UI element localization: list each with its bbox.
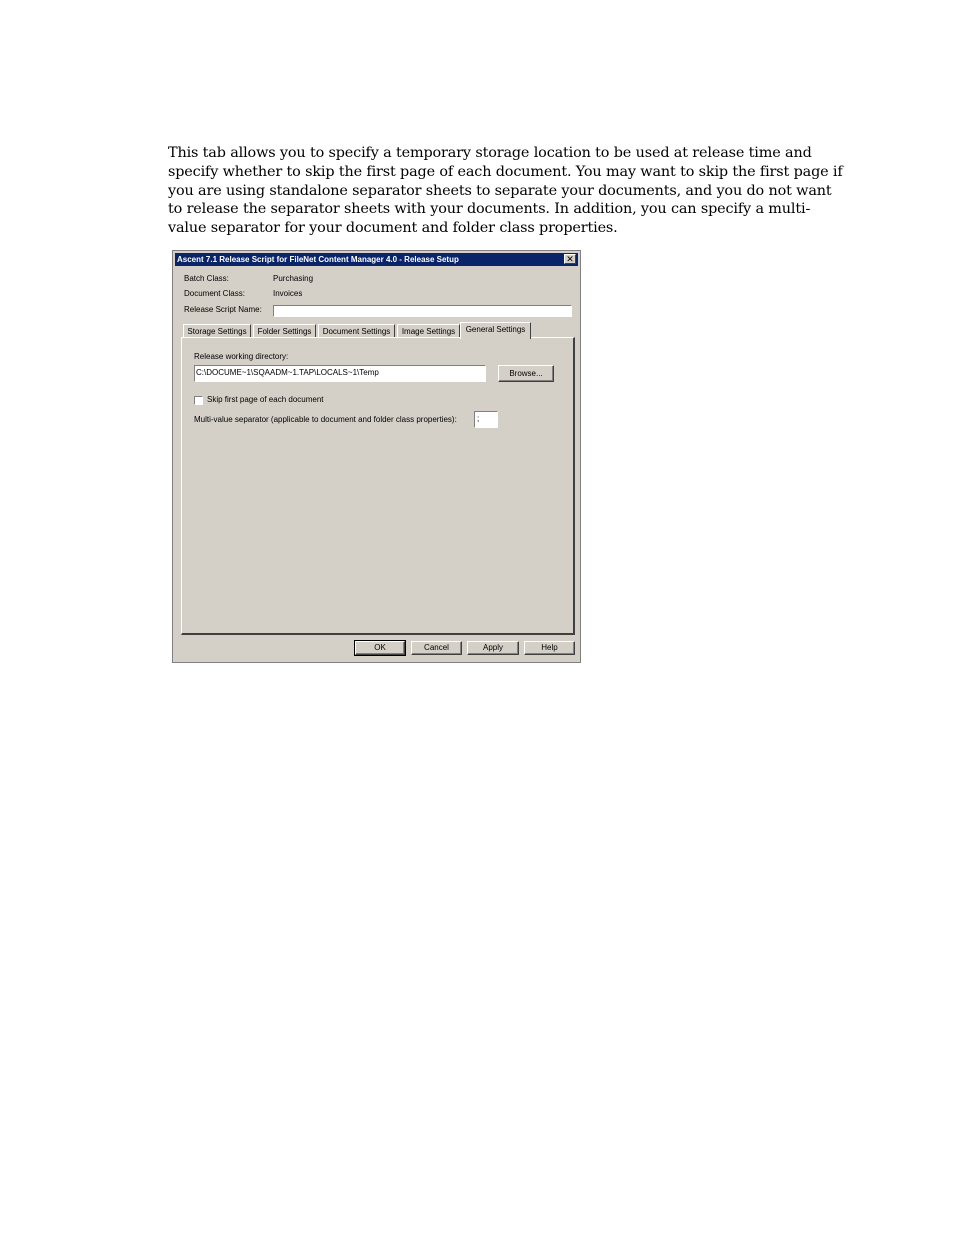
- release-setup-dialog: Ascent 7.1 Release Script for FileNet Co…: [172, 250, 581, 663]
- dialog-title: Ascent 7.1 Release Script for FileNet Co…: [177, 255, 459, 264]
- tab-general-settings[interactable]: General Settings: [460, 322, 531, 339]
- batch-class-value: Purchasing: [273, 274, 314, 283]
- general-settings-panel: Release working directory: C:\DOCUME~1\S…: [181, 337, 575, 635]
- release-script-name-label: Release Script Name:: [184, 305, 262, 314]
- close-icon: ✕: [566, 254, 574, 264]
- tab-storage-settings[interactable]: Storage Settings: [183, 324, 251, 338]
- tab-document-settings[interactable]: Document Settings: [318, 324, 395, 338]
- close-button[interactable]: ✕: [564, 254, 576, 264]
- intro-paragraph: This tab allows you to specify a tempora…: [168, 145, 843, 237]
- ok-button[interactable]: OK: [354, 640, 406, 656]
- document-class-value: Invoices: [273, 289, 303, 298]
- separator-input[interactable]: ;: [474, 411, 498, 428]
- cancel-button[interactable]: Cancel: [411, 641, 462, 655]
- help-button[interactable]: Help: [524, 641, 575, 655]
- release-script-name-input[interactable]: [273, 305, 572, 317]
- tab-image-settings[interactable]: Image Settings: [397, 324, 460, 338]
- document-class-label: Document Class:: [184, 289, 245, 298]
- browse-button[interactable]: Browse...: [498, 365, 554, 382]
- separator-label: Multi-value separator (applicable to doc…: [194, 415, 457, 424]
- working-dir-input[interactable]: C:\DOCUME~1\SQAADM~1.TAP\LOCALS~1\Temp: [194, 365, 486, 382]
- skip-first-page-label[interactable]: Skip first page of each document: [207, 395, 324, 404]
- dialog-title-bar[interactable]: Ascent 7.1 Release Script for FileNet Co…: [175, 253, 578, 266]
- tab-folder-settings[interactable]: Folder Settings: [253, 324, 316, 338]
- skip-first-page-checkbox[interactable]: [194, 396, 203, 405]
- working-dir-label: Release working directory:: [194, 352, 289, 361]
- apply-button[interactable]: Apply: [467, 641, 519, 655]
- batch-class-label: Batch Class:: [184, 274, 229, 283]
